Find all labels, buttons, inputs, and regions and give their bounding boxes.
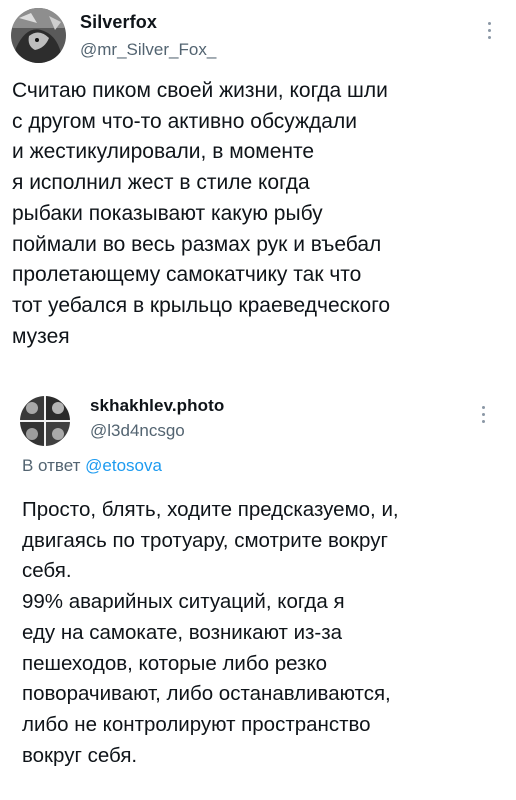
tweet-text: Считаю пиком своей жизни, когда шли с др… — [12, 79, 391, 348]
reply-context: В ответ @etosova — [22, 456, 162, 476]
reply-mention-link[interactable]: @etosova — [85, 456, 162, 475]
more-vertical-icon[interactable] — [488, 22, 492, 40]
quoted-tweet-header: skhakhlev.photo @l3d4ncsgo — [0, 386, 516, 458]
more-vertical-icon[interactable] — [482, 406, 486, 424]
author-name[interactable]: skhakhlev.photo — [90, 396, 224, 416]
reply-prefix: В ответ — [22, 456, 86, 475]
avatar[interactable] — [11, 8, 66, 63]
tweet-text: Просто, блять, ходите предсказуемо, и, д… — [22, 498, 399, 767]
quoted-tweet: skhakhlev.photo @l3d4ncsgo В ответ @etos… — [0, 386, 516, 767]
author-handle[interactable]: @l3d4ncsgo — [90, 421, 185, 441]
author-handle[interactable]: @mr_Silver_Fox_ — [80, 40, 216, 60]
main-tweet-header: Silverfox @mr_Silver_Fox_ — [0, 0, 516, 72]
main-tweet: Silverfox @mr_Silver_Fox_ Считаю пиком с… — [0, 0, 516, 348]
avatar[interactable] — [20, 396, 70, 446]
author-name[interactable]: Silverfox — [80, 12, 157, 33]
